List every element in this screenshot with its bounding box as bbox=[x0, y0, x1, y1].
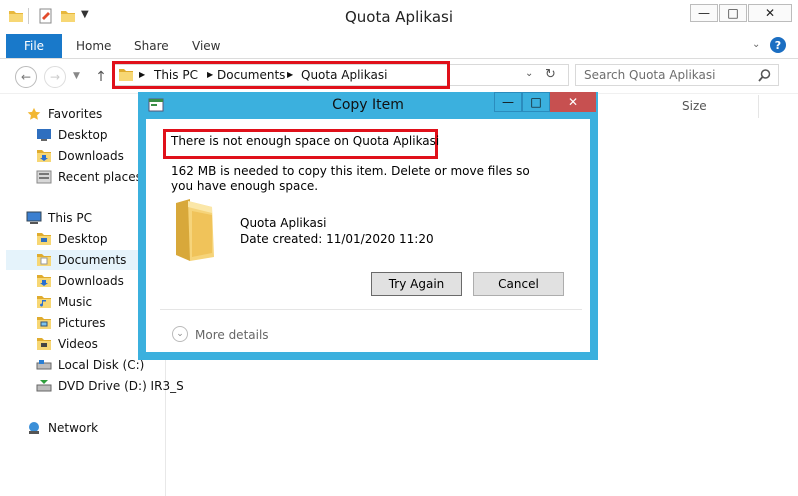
expand-ribbon-icon[interactable]: ⌄ bbox=[752, 39, 760, 50]
dialog-close-button[interactable]: ✕ bbox=[550, 92, 596, 112]
nav-label: Music bbox=[58, 295, 93, 309]
desktop-icon bbox=[37, 129, 51, 141]
videos-folder-icon bbox=[37, 338, 51, 350]
help-icon[interactable]: ? bbox=[770, 37, 786, 53]
dialog-detail-text: 162 MB is needed to copy this item. Dele… bbox=[171, 164, 530, 193]
recent-places-icon bbox=[36, 170, 52, 184]
try-again-button[interactable]: Try Again bbox=[371, 272, 462, 296]
downloads-folder-icon bbox=[37, 275, 51, 287]
copy-item-dialog: Copy Item — □ ✕ There is not enough spac… bbox=[138, 92, 598, 360]
nav-label: Pictures bbox=[58, 316, 106, 330]
dialog-maximize-button[interactable]: □ bbox=[522, 92, 550, 112]
nav-label: Videos bbox=[58, 337, 98, 351]
search-input[interactable]: Search Quota Aplikasi bbox=[575, 64, 779, 86]
nav-label: This PC bbox=[48, 211, 92, 225]
nav-item-dvd-drive[interactable]: DVD Drive (D:) IR3_S bbox=[36, 376, 200, 396]
address-row: ← → ▼ ↑ ▶ This PC ▶ Documents ▶ Quota Ap… bbox=[0, 59, 798, 94]
maximize-button[interactable]: □ bbox=[719, 4, 747, 22]
nav-label: Local Disk (C:) bbox=[58, 358, 145, 372]
documents-folder-icon bbox=[37, 254, 51, 266]
tab-home[interactable]: Home bbox=[76, 39, 111, 53]
window-title: Quota Aplikasi bbox=[344, 8, 454, 26]
up-icon[interactable]: ↑ bbox=[90, 66, 112, 88]
network-icon bbox=[29, 422, 39, 434]
search-placeholder: Search Quota Aplikasi bbox=[584, 68, 716, 82]
item-name: Quota Aplikasi bbox=[240, 216, 327, 230]
dialog-minimize-button[interactable]: — bbox=[494, 92, 522, 112]
downloads-folder-icon bbox=[37, 150, 51, 162]
folder-icon bbox=[176, 199, 214, 261]
tab-view[interactable]: View bbox=[192, 39, 220, 53]
forward-icon[interactable]: → bbox=[44, 66, 66, 88]
hard-drive-icon bbox=[36, 360, 52, 370]
separator bbox=[160, 309, 582, 310]
desktop-folder-icon bbox=[37, 233, 51, 245]
search-icon[interactable] bbox=[758, 69, 771, 82]
column-header-area bbox=[600, 95, 759, 118]
item-date-created: Date created: 11/01/2020 11:20 bbox=[240, 232, 434, 246]
back-icon[interactable]: ← bbox=[15, 66, 37, 88]
nav-label: Desktop bbox=[58, 128, 108, 142]
nav-label: DVD Drive (D:) IR3_S bbox=[58, 379, 184, 393]
dialog-headline: There is not enough space on Quota Aplik… bbox=[171, 134, 440, 148]
tab-share[interactable]: Share bbox=[134, 39, 169, 53]
computer-icon bbox=[26, 211, 42, 224]
ribbon: File Home Share View ⌄ ? bbox=[0, 34, 798, 59]
nav-label: Recent places bbox=[58, 170, 142, 184]
nav-network[interactable]: Network bbox=[26, 418, 190, 438]
title-bar: ▼ Quota Aplikasi — □ ✕ bbox=[0, 0, 798, 35]
music-folder-icon bbox=[37, 296, 51, 308]
refresh-icon[interactable]: ↻ bbox=[545, 67, 556, 82]
dvd-drive-icon bbox=[36, 380, 52, 392]
nav-label: Desktop bbox=[58, 232, 108, 246]
tab-file[interactable]: File bbox=[6, 34, 62, 58]
minimize-button[interactable]: — bbox=[690, 4, 718, 22]
nav-label: Downloads bbox=[58, 274, 124, 288]
nav-label: Downloads bbox=[58, 149, 124, 163]
nav-label: Favorites bbox=[48, 107, 103, 121]
more-details-link[interactable]: More details bbox=[195, 328, 269, 342]
address-highlight-box bbox=[112, 61, 450, 89]
close-button[interactable]: ✕ bbox=[748, 4, 792, 22]
pictures-folder-icon bbox=[37, 317, 51, 329]
cancel-button[interactable]: Cancel bbox=[473, 272, 564, 296]
column-header-size[interactable]: Size bbox=[682, 99, 707, 113]
nav-label: Documents bbox=[58, 253, 127, 267]
recent-locations-icon[interactable]: ▼ bbox=[73, 71, 80, 81]
dialog-body: There is not enough space on Quota Aplik… bbox=[146, 119, 590, 352]
nav-label: Network bbox=[48, 421, 99, 435]
address-dropdown-icon[interactable]: ⌄ bbox=[525, 68, 533, 79]
chevron-down-icon[interactable]: ⌄ bbox=[172, 326, 188, 342]
star-icon bbox=[27, 107, 41, 120]
